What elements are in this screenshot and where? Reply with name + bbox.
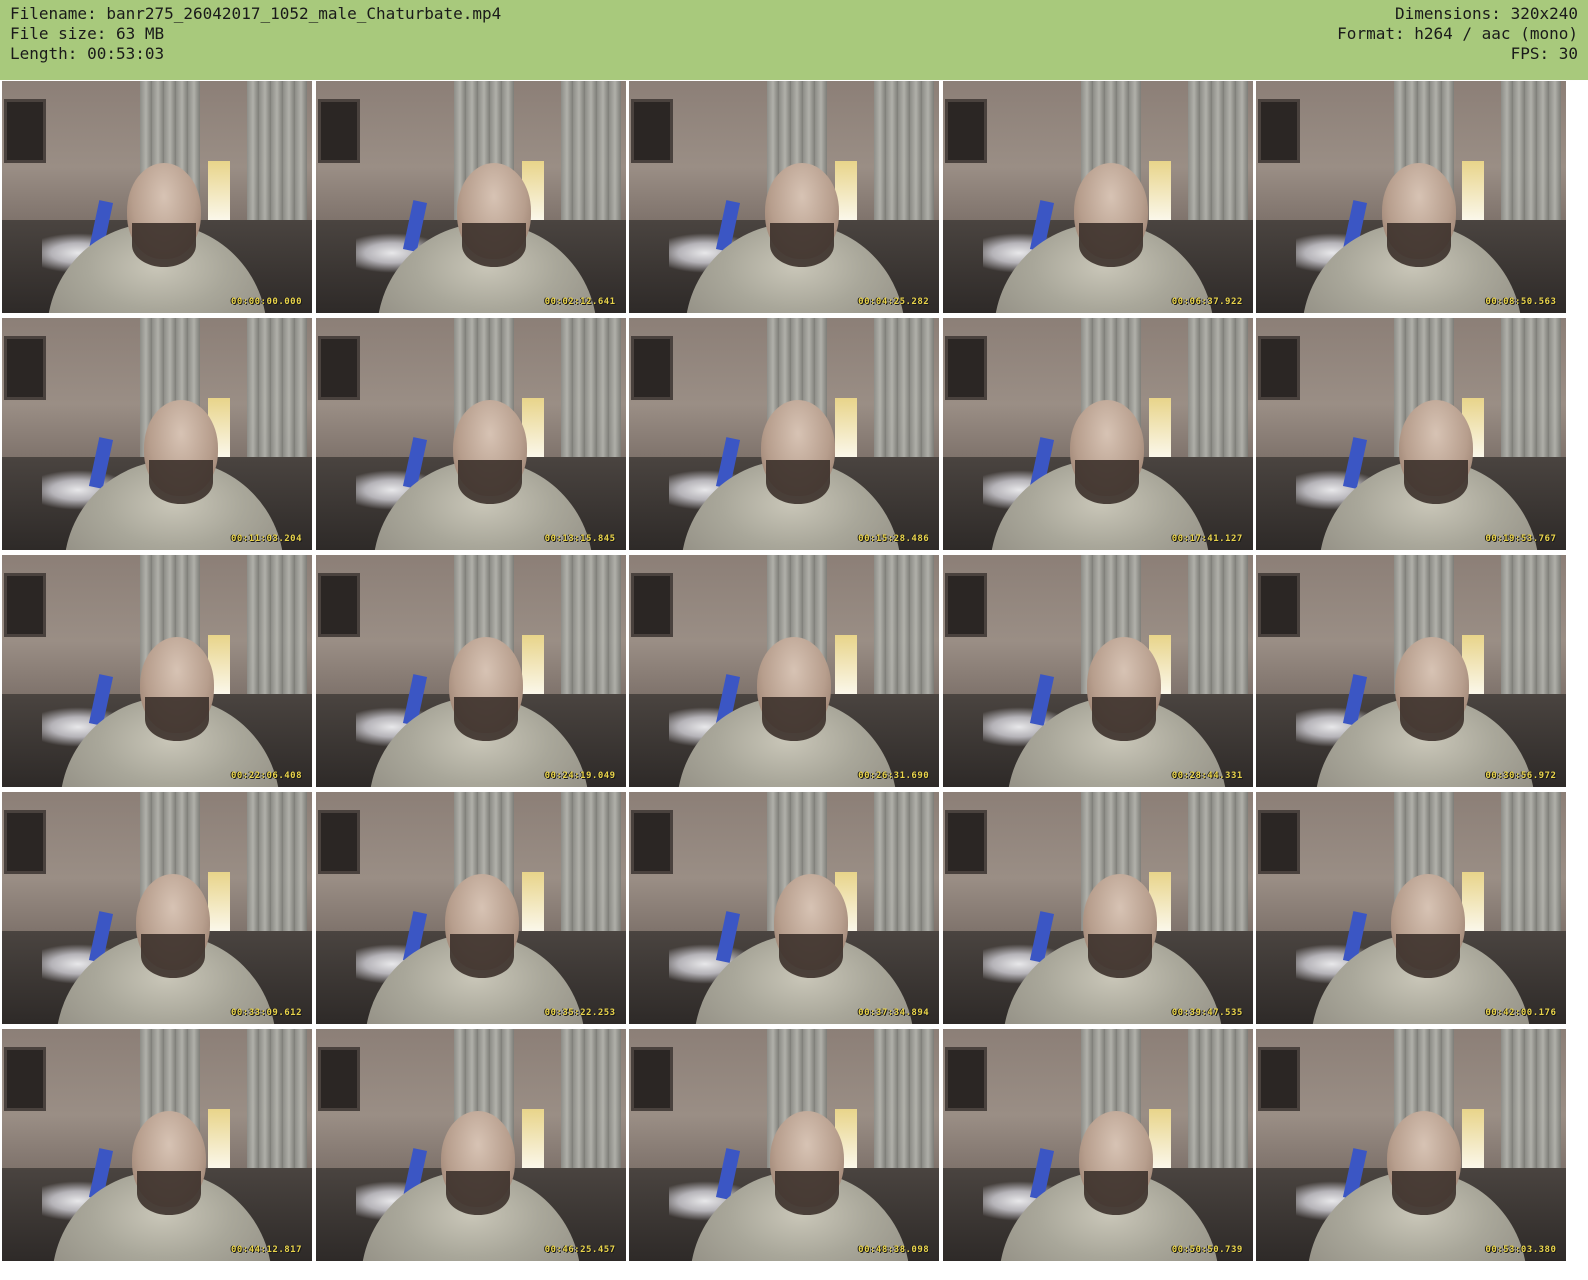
video-thumbnail: 00:00:00.000	[2, 81, 312, 313]
thumbnail-timestamp: 00:22:06.408	[230, 771, 302, 781]
format-text: Format: h264 / aac (mono)	[1337, 24, 1578, 43]
video-thumbnail: 00:48:38.098	[629, 1029, 940, 1261]
thumbnail-timestamp: 00:39:47.535	[1171, 1008, 1243, 1018]
thumbnail-timestamp: 00:26:31.690	[858, 771, 930, 781]
thumbnail-timestamp: 00:46:25.457	[544, 1245, 616, 1255]
video-thumbnail: 00:04:25.282	[629, 81, 940, 313]
thumbnail-timestamp: 00:04:25.282	[858, 297, 930, 307]
thumbnail-timestamp: 00:50:50.739	[1171, 1245, 1243, 1255]
dimensions-text: Dimensions: 320x240	[1394, 4, 1578, 23]
thumbnail-timestamp: 00:15:28.486	[858, 534, 930, 544]
thumbnail-timestamp: 00:42:00.176	[1485, 1008, 1557, 1018]
video-thumbnail: 00:24:19.049	[315, 555, 626, 787]
fps-text: FPS: 30	[1510, 44, 1578, 63]
video-thumbnail: 00:53:03.380	[1256, 1029, 1567, 1261]
file-info-right: Dimensions: 320x240 Format: h264 / aac (…	[1337, 4, 1578, 80]
thumbnail-timestamp: 00:06:37.922	[1171, 297, 1243, 307]
thumbnail-timestamp: 00:08:50.563	[1485, 297, 1557, 307]
thumbnail-timestamp: 00:48:38.098	[858, 1245, 930, 1255]
video-thumbnail: 00:08:50.563	[1256, 81, 1567, 313]
video-thumbnail: 00:02:12.641	[315, 81, 626, 313]
video-thumbnail: 00:17:41.127	[942, 318, 1253, 550]
video-thumbnail: 00:37:34.894	[629, 792, 940, 1024]
thumbnail-timestamp: 00:35:22.253	[544, 1008, 616, 1018]
video-thumbnail: 00:13:15.845	[315, 318, 626, 550]
video-thumbnail: 00:35:22.253	[315, 792, 626, 1024]
video-thumbnail: 00:39:47.535	[942, 792, 1253, 1024]
thumbnail-timestamp: 00:19:53.767	[1485, 534, 1557, 544]
file-info-left: Filename: banr275_26042017_1052_male_Cha…	[10, 4, 501, 80]
video-thumbnail: 00:42:00.176	[1256, 792, 1567, 1024]
thumbnail-timestamp: 00:53:03.380	[1485, 1245, 1557, 1255]
video-thumbnail: 00:11:03.204	[2, 318, 312, 550]
video-thumbnail: 00:50:50.739	[942, 1029, 1253, 1261]
video-thumbnail: 00:22:06.408	[2, 555, 312, 787]
video-thumbnail: 00:46:25.457	[315, 1029, 626, 1261]
info-header: Filename: banr275_26042017_1052_male_Cha…	[0, 0, 1588, 80]
thumbnail-timestamp: 00:33:09.612	[230, 1008, 302, 1018]
filesize-text: File size: 63 MB	[10, 24, 165, 43]
video-thumbnail: 00:33:09.612	[2, 792, 312, 1024]
filename-text: Filename: banr275_26042017_1052_male_Cha…	[10, 4, 502, 23]
thumbnail-timestamp: 00:11:03.204	[230, 534, 302, 544]
thumbnail-timestamp: 00:28:44.331	[1171, 771, 1243, 781]
thumbnail-timestamp: 00:00:00.000	[230, 297, 302, 307]
length-text: Length: 00:53:03	[10, 44, 165, 63]
video-thumbnail: 00:26:31.690	[629, 555, 940, 787]
thumbnail-timestamp: 00:30:56.972	[1485, 771, 1557, 781]
video-thumbnail: 00:19:53.767	[1256, 318, 1567, 550]
video-thumbnail: 00:30:56.972	[1256, 555, 1567, 787]
thumbnail-timestamp: 00:13:15.845	[544, 534, 616, 544]
thumbnail-timestamp: 00:37:34.894	[858, 1008, 930, 1018]
video-thumbnail: 00:06:37.922	[942, 81, 1253, 313]
video-thumbnail: 00:15:28.486	[629, 318, 940, 550]
video-thumbnail: 00:44:12.817	[2, 1029, 312, 1261]
thumbnail-timestamp: 00:24:19.049	[544, 771, 616, 781]
thumbnail-grid: 00:00:00.000 00:02:12.641 00:04:25.282 00:0…	[0, 80, 1588, 1280]
thumbnail-timestamp: 00:17:41.127	[1171, 534, 1243, 544]
thumbnail-timestamp: 00:02:12.641	[544, 297, 616, 307]
video-thumbnail: 00:28:44.331	[942, 555, 1253, 787]
thumbnail-timestamp: 00:44:12.817	[230, 1245, 302, 1255]
